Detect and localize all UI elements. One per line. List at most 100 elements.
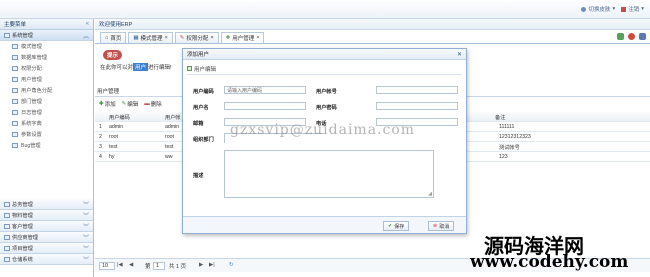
page-size-select[interactable]: 10 [99, 262, 115, 270]
grid-icon: ▦ [133, 35, 139, 41]
column-header[interactable]: 用户编码 [109, 114, 130, 121]
add-icon: ✚ [99, 101, 104, 107]
sidebar-header: 主要菜单 « [0, 19, 93, 30]
refresh-icon[interactable] [617, 33, 624, 40]
sidebar-item-permissions[interactable]: 权限分配 [0, 63, 93, 74]
tab-mode[interactable]: ▦ 模式管理 × [128, 32, 173, 43]
next-page-icon[interactable]: ▶ [199, 262, 203, 268]
sidebar-item-mode[interactable]: 模式管理 [0, 41, 93, 52]
sidebar-groups: 总务管理 ︾ 物料管理 ︾ 客户管理 ︾ 供应商管理 ︾ 项目管理 ︾ 仓储系统 ︾ [0, 199, 93, 265]
cancel-icon: ⊗ [433, 223, 438, 229]
chevron-down-icon: ︾ [82, 257, 89, 264]
sidebar-system-items: 模式管理 数据库管理 权限分配 用户管理 用户角色分配 部门管理 日志管理 系统… [0, 41, 93, 149]
delete-button[interactable]: ▬ 删除 [144, 100, 162, 108]
dialog-title: 添加用户 [187, 52, 210, 58]
save-button[interactable]: ✔ 保存 [383, 221, 410, 231]
prev-page-icon[interactable]: ◀ [129, 262, 133, 268]
dialog-titlebar: 添加用户 ✕ [183, 49, 466, 60]
resize-handle-icon[interactable]: ◢ [428, 191, 432, 197]
sidebar-title: 主要菜单 [4, 22, 27, 28]
cancel-button[interactable]: ⊗ 取消 [428, 221, 455, 231]
user-icon: ✚ [225, 35, 231, 41]
dialog-subheader: 用户编辑 [187, 63, 462, 75]
grid-icon [12, 44, 18, 49]
folder-icon [4, 234, 10, 240]
chevron-down-icon: ︾ [82, 235, 89, 242]
column-header[interactable]: 备注 [495, 114, 505, 121]
top-bar: 切换皮肤 ▾ 注销 ▾ [0, 0, 650, 19]
settings-icon [12, 132, 18, 137]
tab-home[interactable]: ⌂ 首页 [100, 32, 127, 43]
close-all-icon[interactable] [628, 33, 635, 40]
logout-link[interactable]: 注销 ▾ [621, 5, 644, 13]
user-account-input[interactable] [376, 86, 458, 94]
delete-icon: ▬ [144, 101, 150, 107]
logout-icon [621, 6, 627, 12]
tab-permissions[interactable]: ✎ 权限分配 × [174, 32, 219, 43]
sidebar-item-settings[interactable]: 参数设置 [0, 129, 93, 140]
code-label: 用户编码 [193, 89, 214, 95]
sidebar-group-general[interactable]: 总务管理 ︾ [0, 199, 93, 210]
folder-icon [4, 201, 10, 207]
tip-badge: 提示 [103, 50, 123, 60]
close-icon[interactable]: × [165, 35, 168, 41]
column-header[interactable]: 用户帐 [165, 114, 181, 121]
grid-toolbar: ✚ 添加 ✎ 编辑 ▬ 删除 [99, 100, 162, 108]
user-password-input[interactable] [376, 102, 458, 110]
account-label: 用户帐号 [316, 89, 337, 95]
menu-icon[interactable] [639, 33, 646, 40]
page-number-input[interactable]: 1 [153, 262, 165, 270]
edit-button[interactable]: ✎ 编辑 [122, 100, 139, 108]
page-total: 共 1 页 [169, 264, 187, 270]
tip-highlight: 用户 [133, 63, 149, 71]
department-label: 组织部门 [193, 137, 214, 143]
section-title: 用户管理 [97, 89, 120, 95]
home-icon: ⌂ [105, 35, 109, 41]
watermark-url: gzxsvip@zuidaima.com [230, 122, 416, 138]
add-user-dialog: 添加用户 ✕ 用户编辑 用户编码 请输入用户编码 用户帐号 用户名 用户密码 邮… [182, 48, 467, 234]
tab-users[interactable]: ✚ 用户管理 × [220, 32, 265, 43]
user-code-input[interactable]: 请输入用户编码 [224, 86, 306, 94]
switch-theme-link[interactable]: 切换皮肤 ▾ [581, 5, 615, 13]
password-label: 用户密码 [316, 105, 337, 111]
sidebar-item-bugs[interactable]: Bug管理 [0, 140, 93, 151]
sidebar-group-system[interactable]: 系统管理 ︽ [0, 30, 93, 41]
sidebar-item-user-roles[interactable]: 用户角色分配 [0, 85, 93, 96]
close-icon[interactable]: × [210, 35, 213, 41]
log-icon [12, 110, 18, 115]
dialog-footer: ✔ 保存 ⊗ 取消 [183, 216, 466, 233]
tip-text: 在此你可以对 用户 进行编辑! [100, 63, 172, 71]
add-button[interactable]: ✚ 添加 [99, 100, 116, 108]
sidebar-item-departments[interactable]: 部门管理 [0, 96, 93, 107]
sidebar-group-materials[interactable]: 物料管理 ︾ [0, 210, 93, 221]
close-icon[interactable]: × [256, 35, 259, 41]
sidebar-item-users[interactable]: 用户管理 [0, 74, 93, 85]
close-icon[interactable]: ✕ [457, 51, 462, 58]
page-label: 第 [145, 264, 151, 270]
sidebar-item-logs[interactable]: 日志管理 [0, 107, 93, 118]
last-page-icon[interactable]: ▶| [209, 262, 215, 268]
sidebar-group-customers[interactable]: 客户管理 ︾ [0, 221, 93, 232]
user-name-input[interactable] [224, 102, 306, 110]
dictionary-icon [12, 121, 18, 126]
check-icon: ✔ [388, 223, 393, 229]
edit-icon [187, 66, 192, 71]
bug-icon [12, 143, 18, 148]
sidebar-group-projects[interactable]: 项目管理 ︾ [0, 243, 93, 254]
user-icon [12, 77, 18, 82]
top-right-menu: 切换皮肤 ▾ 注销 ▾ [581, 5, 644, 13]
sidebar-group-suppliers[interactable]: 供应商管理 ︾ [0, 232, 93, 243]
sidebar-item-dictionary[interactable]: 系统字典 [0, 118, 93, 129]
chevron-down-icon: ︾ [82, 213, 89, 220]
folder-icon [4, 256, 10, 262]
sidebar-group-warehouse[interactable]: 仓储系统 ︾ [0, 254, 93, 265]
refresh-icon[interactable]: ↻ [229, 262, 234, 268]
chevron-up-icon: ︽ [82, 33, 89, 40]
sidebar-item-database[interactable]: 数据库管理 [0, 52, 93, 63]
first-page-icon[interactable]: |◀ [117, 262, 123, 268]
description-textarea[interactable]: ◢ [224, 150, 434, 198]
user-role-icon [12, 88, 18, 93]
collapse-left-icon[interactable]: « [86, 21, 89, 27]
palette-icon [581, 6, 587, 12]
tab-bar: ⌂ 首页 ▦ 模式管理 × ✎ 权限分配 × ✚ 用户管理 × [95, 30, 650, 44]
